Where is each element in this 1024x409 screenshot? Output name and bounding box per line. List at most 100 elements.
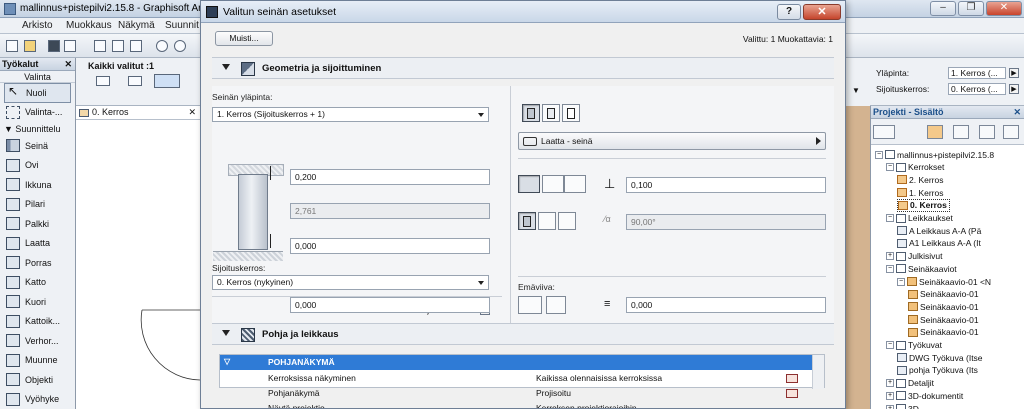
floor-plan-display-icon[interactable] xyxy=(786,389,798,398)
tab-close-icon[interactable]: ✕ xyxy=(188,106,196,119)
menu-muokkaus[interactable]: Muokkaus xyxy=(66,20,112,31)
wall-settings-icon[interactable] xyxy=(154,74,180,88)
tool-arrow[interactable]: Nuoli xyxy=(4,83,71,103)
tool-shell[interactable]: Kuori xyxy=(0,292,75,312)
paste-icon[interactable] xyxy=(130,40,142,52)
tool-zone[interactable]: Vyöhyke xyxy=(0,390,75,409)
structure-profile-icon[interactable] xyxy=(562,104,580,122)
selection-method-icon[interactable] xyxy=(128,76,142,86)
collapse-icon[interactable]: − xyxy=(886,264,894,273)
tree-item[interactable]: − Seinäkaaviot xyxy=(886,262,957,275)
wall-straight-icon[interactable] xyxy=(518,175,540,193)
new-file-icon[interactable] xyxy=(6,40,18,52)
expand-icon[interactable]: + xyxy=(886,379,894,388)
tree-item[interactable]: A1 Leikkaus A-A (It xyxy=(897,237,981,250)
app-close-button[interactable]: ✕ xyxy=(986,1,1022,16)
collapse-triangle-icon[interactable] xyxy=(222,64,230,70)
navigator-view-icon[interactable] xyxy=(873,125,895,139)
help-button[interactable]: ? xyxy=(777,4,801,20)
tree-item[interactable]: − mallinnus+pistepilvi2.15.8 xyxy=(875,148,994,161)
tree-item[interactable]: 0. Kerros xyxy=(897,198,950,212)
menu-nakyma[interactable]: Näkymä xyxy=(118,20,155,31)
flip-wall-icon[interactable] xyxy=(546,296,566,314)
expand-icon[interactable]: + xyxy=(886,404,894,409)
collapse-icon[interactable]: − xyxy=(886,341,894,349)
tool-slab[interactable]: Laatta xyxy=(0,234,75,254)
ref-line-location-icon[interactable] xyxy=(518,296,542,314)
tree-item[interactable]: − Kerrokset xyxy=(886,161,944,174)
tree-item[interactable]: Seinäkaavio-01 xyxy=(908,300,979,313)
collapse-icon[interactable]: − xyxy=(897,277,905,286)
restore-button[interactable]: ❐ xyxy=(958,1,984,16)
table-row[interactable]: Pohjanäkymä Projisoitu xyxy=(220,386,812,401)
menu-suunnittelu[interactable]: Suunnit xyxy=(165,20,199,31)
thickness-input[interactable]: 0,100 xyxy=(626,177,826,193)
wall-height-input[interactable]: 2,761 xyxy=(290,203,490,219)
tree-item[interactable]: + Julkisivut xyxy=(886,250,942,263)
table-collapse-icon[interactable]: ▽ xyxy=(224,355,230,369)
info-top-value[interactable]: 1. Kerros (... xyxy=(948,67,1006,79)
project-map-icon[interactable] xyxy=(927,125,943,139)
show-on-stories-icon[interactable] xyxy=(786,374,798,383)
layout-book-icon[interactable] xyxy=(979,125,995,139)
collapse-triangle-icon[interactable] xyxy=(222,330,230,336)
dialog-close-button[interactable]: ✕ xyxy=(803,4,841,20)
table-scrollbar[interactable] xyxy=(812,355,824,389)
top-link-select[interactable]: 1. Kerros (Sijoituskerros + 1) xyxy=(212,107,489,122)
undo-icon[interactable] xyxy=(156,40,168,52)
tool-skylight[interactable]: Kattoik... xyxy=(0,312,75,332)
open-folder-icon[interactable] xyxy=(24,40,36,52)
navigator-close-icon[interactable]: ✕ xyxy=(1013,106,1021,118)
wall-slanted-icon[interactable] xyxy=(542,175,564,193)
tree-item[interactable]: Seinäkaavio-01 xyxy=(908,288,979,301)
composite-select-button[interactable]: Laatta - seinä xyxy=(518,132,826,150)
geometry-method-icon[interactable] xyxy=(96,76,110,86)
publisher-icon[interactable] xyxy=(1003,125,1019,139)
table-row[interactable]: Näytä projektio Kerroksen projektiorajoi… xyxy=(220,401,812,408)
top-offset-input[interactable]: 0,200 xyxy=(290,169,490,185)
minimize-button[interactable]: ‒ xyxy=(930,1,956,16)
tree-item[interactable]: − Työkuvat xyxy=(886,339,942,352)
dropdown-arrow-icon[interactable]: ▼ xyxy=(852,86,860,95)
tool-curtain-wall[interactable]: Verhor... xyxy=(0,331,75,351)
menu-arkisto[interactable]: Arkisto xyxy=(22,20,53,31)
structure-basic-icon[interactable] xyxy=(522,104,540,122)
geometry-slant-icon[interactable] xyxy=(538,212,556,230)
tree-item[interactable]: 2. Kerros xyxy=(897,173,944,186)
tree-item[interactable]: A Leikkaus A-A (Pä xyxy=(897,224,981,237)
tab-0-kerros[interactable]: 0. Kerros ✕ xyxy=(76,106,200,120)
info-home-value[interactable]: 0. Kerros (... xyxy=(948,83,1006,95)
plan-section-header[interactable]: Pohja ja leikkaus xyxy=(212,323,834,345)
tool-window[interactable]: Ikkuna xyxy=(0,175,75,195)
geometry-section-header[interactable]: Geometria ja sijoittuminen xyxy=(212,57,834,79)
home-story-select[interactable]: 0. Kerros (nykyinen) xyxy=(212,275,489,290)
tool-column[interactable]: Pilari xyxy=(0,195,75,215)
tool-wall[interactable]: Seinä xyxy=(0,136,75,156)
project-zero-input[interactable]: 0,000 xyxy=(290,297,490,313)
cut-icon[interactable] xyxy=(94,40,106,52)
collapse-icon[interactable]: − xyxy=(886,214,894,222)
tree-item[interactable]: Seinäkaavio-01 xyxy=(908,326,979,339)
geometry-trapezoid-icon[interactable] xyxy=(558,212,576,230)
tool-beam[interactable]: Palkki xyxy=(0,214,75,234)
wall-double-slanted-icon[interactable] xyxy=(564,175,586,193)
save-icon[interactable] xyxy=(48,40,60,52)
collapse-icon[interactable]: − xyxy=(886,163,894,172)
table-row[interactable]: Kerroksissa näkyminen Kaikissa olennaisi… xyxy=(220,371,812,386)
ref-line-offset-input[interactable]: 0,000 xyxy=(626,297,826,313)
expand-icon[interactable]: + xyxy=(886,252,894,261)
tools-panel-close-icon[interactable]: ✕ xyxy=(64,58,72,70)
structure-composite-icon[interactable] xyxy=(542,104,560,122)
tree-item[interactable]: − Leikkaukset xyxy=(886,212,953,225)
tree-item[interactable]: pohja Työkuva (Its xyxy=(897,364,978,377)
tool-door[interactable]: Ovi xyxy=(0,156,75,176)
tree-item[interactable]: 1. Kerros xyxy=(897,186,944,199)
collapse-icon[interactable]: − xyxy=(875,150,883,159)
geometry-straight-icon[interactable] xyxy=(518,212,536,230)
redo-icon[interactable] xyxy=(174,40,186,52)
tool-marquee[interactable]: Valinta-... xyxy=(0,103,75,123)
slant-angle-input[interactable]: 90,00° xyxy=(626,214,826,230)
tool-roof[interactable]: Katto xyxy=(0,273,75,293)
base-offset-input[interactable]: 0,000 xyxy=(290,238,490,254)
tree-item[interactable]: + Detaljit xyxy=(886,377,934,390)
